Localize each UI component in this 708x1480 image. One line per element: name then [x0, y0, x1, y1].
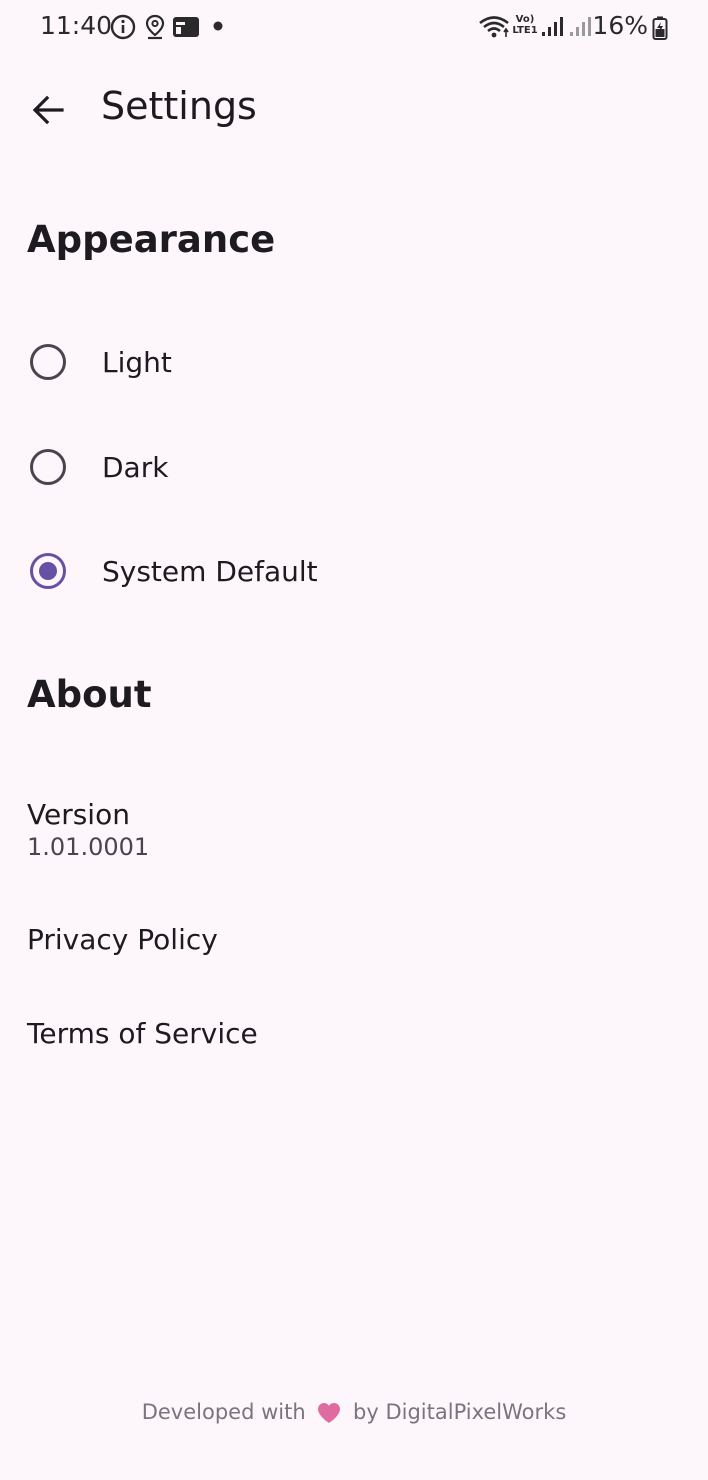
terms-of-service-label: Terms of Service [27, 1017, 258, 1050]
privacy-policy-label: Privacy Policy [27, 923, 218, 956]
location-icon [145, 14, 165, 40]
version-value: 1.01.0001 [27, 833, 150, 861]
footer-credit: Developed with by DigitalPixelWorks [0, 1400, 708, 1425]
footer-suffix: by DigitalPixelWorks [353, 1400, 567, 1424]
theme-option-label: Dark [102, 451, 169, 484]
signal-1-icon [542, 17, 563, 36]
theme-option-label: System Default [102, 555, 318, 588]
battery-percent: 16% [592, 11, 648, 40]
radio-dark[interactable] [30, 449, 66, 485]
terms-of-service-link[interactable]: Terms of Service [27, 1017, 258, 1050]
notification-dot-icon [213, 21, 223, 31]
appearance-section-title: Appearance [27, 218, 276, 261]
signal-2-icon [570, 17, 591, 36]
version-row: Version 1.01.0001 [27, 798, 149, 861]
theme-option-light[interactable]: Light [0, 320, 708, 408]
wifi-icon [479, 16, 509, 38]
heart-icon [318, 1403, 341, 1423]
status-bar: 11:40 Vo) LTE1 16% [0, 0, 708, 56]
privacy-policy-link[interactable]: Privacy Policy [27, 923, 218, 956]
arrow-back-icon [32, 95, 64, 125]
info-icon [110, 14, 136, 40]
cast-icon [173, 17, 199, 37]
back-button[interactable] [20, 82, 76, 138]
theme-option-system-default[interactable]: System Default [0, 529, 708, 617]
volte-icon: Vo) LTE1 [512, 14, 538, 36]
top-app-bar: Settings [0, 70, 708, 150]
battery-icon [652, 16, 668, 40]
radio-system-default[interactable] [30, 553, 66, 589]
about-section-title: About [27, 673, 152, 716]
theme-option-label: Light [102, 346, 172, 379]
version-label: Version [27, 798, 130, 831]
theme-option-dark[interactable]: Dark [0, 425, 708, 513]
status-time: 11:40 [40, 11, 113, 40]
radio-light[interactable] [30, 344, 66, 380]
footer-prefix: Developed with [141, 1400, 306, 1424]
page-title: Settings [101, 84, 257, 128]
